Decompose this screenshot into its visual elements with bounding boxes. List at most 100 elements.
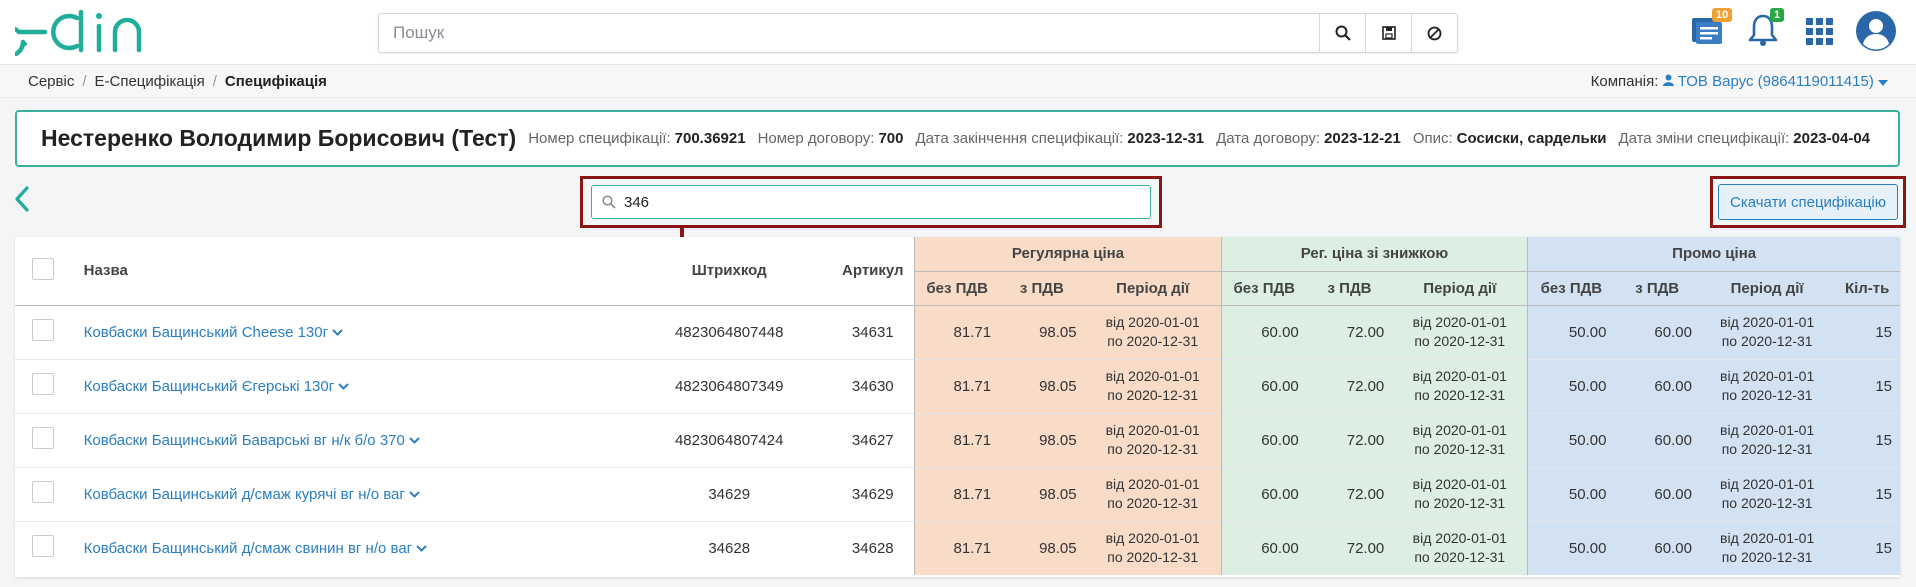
global-search-input[interactable]	[379, 14, 1319, 52]
changed-date-label: Дата зміни специфікації:	[1618, 130, 1790, 147]
search-icon	[1335, 25, 1351, 41]
disc-vat-cell: 72.00	[1306, 412, 1393, 467]
column-header-barcode[interactable]: Штрихкод	[627, 237, 832, 306]
row-checkbox[interactable]	[32, 535, 55, 558]
chevron-down-icon[interactable]	[409, 491, 420, 498]
period-to: по 2020-12-31	[1107, 387, 1199, 403]
company-dropdown[interactable]: ТОВ Варус (9864119011415)	[1662, 73, 1888, 90]
global-search	[378, 13, 1458, 53]
period-to: по 2020-12-31	[1721, 333, 1813, 349]
row-checkbox[interactable]	[32, 373, 55, 395]
product-filter	[591, 185, 1151, 219]
table-row[interactable]: Ковбаски Бащинський Баварські вг н/к б/о…	[15, 412, 1900, 467]
row-checkbox[interactable]	[32, 319, 55, 341]
subheader-reg-no-vat: без ПДВ	[914, 271, 1000, 306]
column-header-name[interactable]: Назва	[71, 237, 628, 306]
subheader-disc-period: Період дії	[1392, 271, 1528, 306]
period-to: по 2020-12-31	[1721, 549, 1813, 566]
promo-period-cell: від 2020-01-01 по 2020-12-31	[1699, 358, 1835, 413]
back-button[interactable]	[14, 186, 30, 217]
end-date-label: Дата закінчення специфікації:	[915, 130, 1124, 147]
caret-down-icon	[1878, 80, 1888, 86]
reg-no-vat-cell: 81.71	[914, 412, 1000, 467]
chevron-down-icon[interactable]	[332, 329, 343, 336]
promo-vat-cell: 60.00	[1614, 466, 1700, 521]
breadcrumb-item-e-spec[interactable]: Е-Специфікація	[95, 73, 205, 90]
clear-search-button[interactable]	[1411, 14, 1457, 52]
top-header: 10 1	[0, 0, 1916, 64]
chevron-down-icon[interactable]	[416, 545, 427, 553]
chevron-down-icon[interactable]	[338, 383, 349, 390]
reg-period-cell: від 2020-01-01 по 2020-12-31	[1084, 466, 1222, 521]
breadcrumb-separator: /	[82, 73, 87, 90]
promo-period-cell: від 2020-01-01 по 2020-12-31	[1699, 304, 1835, 359]
notifications-button[interactable]: 1	[1748, 8, 1785, 51]
product-name-link[interactable]: Ковбаски Бащинський д/смаж курячі вг н/о…	[84, 486, 405, 503]
chevron-down-icon[interactable]	[409, 437, 420, 444]
period-from: від 2020-01-01	[1720, 422, 1815, 438]
article-cell: 34627	[831, 412, 915, 467]
reg-period-cell: від 2020-01-01 по 2020-12-31	[1084, 358, 1222, 413]
filter-highlight	[580, 176, 1162, 228]
product-filter-input[interactable]	[624, 193, 1124, 211]
disc-vat-cell: 72.00	[1306, 466, 1393, 521]
table-row[interactable]: Ковбаски Бащинський Єгерські 130г 4823064…	[15, 358, 1900, 413]
breadcrumb: Сервіс / Е-Специфікація / Специфікація	[28, 73, 327, 90]
reg-period-cell: від 2020-01-01 по 2020-12-31	[1084, 304, 1222, 359]
barcode-cell: 4823064807424	[627, 412, 832, 467]
period-from: від 2020-01-01	[1105, 314, 1200, 330]
table-row[interactable]: Ковбаски Бащинський Cheese 130г 482306480…	[15, 304, 1900, 359]
reg-vat-cell: 98.05	[999, 304, 1085, 359]
period-from: від 2020-01-01	[1720, 368, 1815, 384]
subheader-promo-no-vat: без ПДВ	[1527, 271, 1615, 306]
article-cell: 34631	[831, 304, 915, 359]
contract-number-label: Номер договору:	[757, 130, 875, 147]
product-name-link[interactable]: Ковбаски Бащинський Єгерські 130г	[84, 378, 335, 395]
subheader-promo-period: Період дії	[1699, 271, 1835, 306]
promo-qty-cell: 15	[1834, 304, 1900, 359]
period-from: від 2020-01-01	[1412, 476, 1507, 492]
product-name-cell: Ковбаски Бащинський Баварські вг н/к б/о…	[71, 412, 628, 467]
column-header-article[interactable]: Артикул	[831, 237, 915, 306]
reg-no-vat-cell: 81.71	[914, 304, 1000, 359]
period-to: по 2020-12-31	[1414, 549, 1506, 566]
documents-button[interactable]: 10	[1690, 8, 1733, 51]
edin-logo[interactable]	[0, 8, 160, 61]
download-specification-button[interactable]: Скачати специфікацію	[1718, 184, 1898, 220]
table-row[interactable]: Ковбаски Бащинський д/смаж курячі вг н/о…	[15, 466, 1900, 521]
user-avatar[interactable]	[1855, 10, 1897, 57]
company-name: ТОВ Варус (9864119011415)	[1677, 73, 1874, 90]
reg-vat-cell: 98.05	[999, 520, 1085, 575]
breadcrumb-item-current: Специфікація	[224, 73, 327, 90]
reg-no-vat-cell: 81.71	[914, 520, 1000, 575]
ban-icon	[1427, 26, 1442, 40]
period-to: по 2020-12-31	[1107, 495, 1199, 511]
period-from: від 2020-01-01	[1412, 530, 1507, 547]
promo-period-cell: від 2020-01-01 по 2020-12-31	[1699, 520, 1835, 575]
promo-no-vat-cell: 50.00	[1527, 358, 1615, 413]
supplier-name: Нестеренко Володимир Борисович (Тест)	[41, 125, 517, 151]
promo-qty-cell: 15	[1834, 358, 1900, 413]
table-row[interactable]: Ковбаски Бащинський д/смаж свинин вг н/о…	[15, 520, 1900, 575]
company-label: Компанія:	[1590, 73, 1659, 90]
select-all-checkbox[interactable]	[32, 257, 55, 280]
product-name-link[interactable]: Ковбаски Бащинський д/смаж свинин вг н/о…	[84, 540, 413, 557]
row-checkbox[interactable]	[32, 427, 55, 449]
article-cell: 34628	[831, 520, 915, 575]
search-button[interactable]	[1319, 14, 1365, 52]
save-search-button[interactable]	[1365, 14, 1411, 52]
contract-number-value: 700	[878, 130, 904, 147]
apps-button[interactable]	[1806, 18, 1834, 51]
period-from: від 2020-01-01	[1720, 476, 1815, 492]
subheader-reg-vat: з ПДВ	[999, 271, 1085, 306]
notifications-badge: 1	[1770, 8, 1785, 22]
user-icon	[1856, 11, 1896, 51]
product-name-cell: Ковбаски Бащинський Єгерські 130г	[71, 358, 628, 413]
period-from: від 2020-01-01	[1105, 530, 1200, 547]
download-highlight: Скачати специфікацію	[1710, 176, 1906, 228]
promo-no-vat-cell: 50.00	[1527, 304, 1615, 359]
breadcrumb-item-service[interactable]: Сервіс	[28, 73, 74, 90]
row-checkbox[interactable]	[32, 481, 55, 503]
product-name-link[interactable]: Ковбаски Бащинський Cheese 130г	[84, 324, 328, 341]
product-name-link[interactable]: Ковбаски Бащинський Баварські вг н/к б/о…	[84, 432, 405, 449]
